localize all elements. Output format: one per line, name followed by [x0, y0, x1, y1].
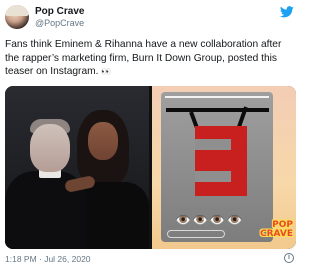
instagram-story: 👁️👁️👁️👁️	[161, 92, 273, 242]
popcrave-watermark-line2: CRAVE	[259, 229, 293, 239]
author-display-name[interactable]: Pop Crave	[35, 6, 84, 17]
tweet-text: Fans think Eminem & Rihanna have a new c…	[5, 38, 297, 79]
photo-eminem-rihanna[interactable]	[5, 86, 149, 249]
info-icon[interactable]: i	[284, 253, 294, 263]
twitter-bird-icon[interactable]	[280, 6, 294, 18]
tweet-timestamp[interactable]: 1:18 PM · Jul 26, 2020	[5, 254, 91, 264]
avatar[interactable]	[5, 5, 29, 29]
photo-figure-man-head	[30, 124, 70, 172]
eyes-emoji: 👀	[101, 67, 111, 76]
story-eyeball-emojis: 👁️👁️👁️👁️	[175, 212, 244, 227]
photo-instagram-teaser[interactable]: 👁️👁️👁️👁️ POP CRAVE	[152, 86, 296, 249]
avatar-hair	[5, 5, 29, 16]
popcrave-watermark-logo: POP CRAVE	[260, 221, 293, 239]
author-handle[interactable]: @PopCrave	[35, 18, 84, 28]
photo-figure-woman-face	[88, 122, 118, 160]
tweet-body: Fans think Eminem & Rihanna have a new c…	[5, 39, 282, 77]
tweet-card: Pop Crave @PopCrave Fans think Eminem & …	[0, 0, 300, 268]
media-grid[interactable]: 👁️👁️👁️👁️ POP CRAVE	[5, 86, 296, 249]
story-send-message-field	[167, 230, 225, 238]
